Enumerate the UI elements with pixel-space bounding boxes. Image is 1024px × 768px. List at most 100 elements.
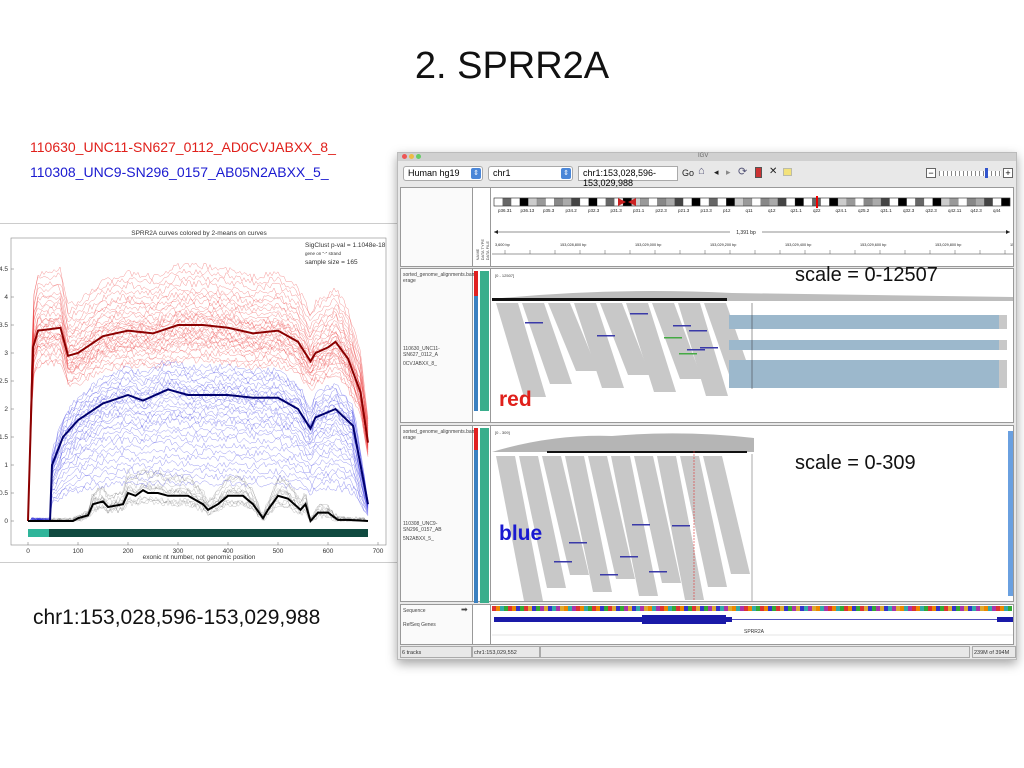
attr-data-file[interactable]: DATA FILE [485, 241, 490, 260]
cytoband-label: q25.2 [858, 208, 870, 213]
sequence-base [740, 606, 744, 611]
status-bar: 6 tracks chr1:153,029,552 239M of 394M [398, 646, 1016, 659]
sequence-base [504, 606, 508, 611]
sequence-base [772, 606, 776, 611]
insert-read [679, 353, 697, 355]
y-tick-label: 4.5 [0, 266, 8, 273]
gene-cds [642, 615, 726, 624]
sequence-base [896, 606, 900, 611]
ruler-arrow-right [1006, 230, 1010, 234]
exon-bar-light [28, 529, 49, 537]
alignment-track-name[interactable]: 110630_UNC11-SN627_0112_A [403, 346, 470, 358]
ruler-tick-label: 153,028,800 bp [560, 243, 586, 247]
attribute-column [473, 605, 491, 644]
coverage-track-sub: erage [403, 278, 416, 284]
zoom-out-button[interactable]: − [926, 168, 936, 178]
sample-curve-red [27, 344, 369, 522]
cytoband [734, 197, 744, 207]
cytoband [545, 197, 555, 207]
back-icon[interactable]: ◂ [714, 167, 719, 178]
status-position: chr1:153,029,552 [472, 646, 540, 658]
mismatch-read [700, 347, 718, 349]
ruler-arrow-left [494, 230, 498, 234]
home-icon[interactable]: ⌂ [698, 165, 705, 177]
cytoband [906, 197, 916, 207]
zoom-in-button[interactable]: + [1003, 168, 1013, 178]
close-window-button[interactable] [402, 154, 407, 159]
genome-select[interactable]: Human hg19 ⇕ [403, 166, 483, 181]
feature-data[interactable]: SPRR2A [492, 605, 1013, 644]
coverage-bar [547, 451, 747, 453]
ruler-width-label: 1,391 bp [736, 230, 756, 236]
strand-arrow-icon[interactable]: ➡ [461, 605, 468, 614]
sequence-base [976, 606, 980, 611]
sequence-base [744, 606, 748, 611]
sequence-base [636, 606, 640, 611]
sequence-base [576, 606, 580, 611]
sequence-base [840, 606, 844, 611]
sequence-base [492, 606, 496, 611]
sequence-base [756, 606, 760, 611]
maximize-window-button[interactable] [416, 154, 421, 159]
feature-svg [492, 606, 1013, 636]
cytoband [536, 197, 546, 207]
popup-info-icon[interactable] [783, 168, 792, 176]
cytoband-label: q44 [993, 208, 1001, 213]
mismatch-read [689, 330, 707, 332]
mismatch-read [600, 574, 618, 576]
cytoband-label: p35.3 [543, 208, 555, 213]
cytoband [700, 197, 710, 207]
zoom-slider[interactable] [939, 171, 1001, 176]
long-read [729, 340, 999, 350]
roi-icon[interactable] [755, 167, 762, 178]
sequence-base [868, 606, 872, 611]
attribute-header: NAME DATA TYPE DATA FILE [473, 188, 491, 266]
read-end [999, 340, 1007, 350]
chromosome-select[interactable]: chr1 ⇕ [488, 166, 573, 181]
go-button[interactable]: Go [682, 168, 694, 178]
long-read [729, 360, 999, 388]
x-tick-label: 0 [26, 548, 30, 555]
cytoband-label: q31.1 [881, 208, 893, 213]
reads-svg-red: [0 - 12507] [492, 273, 1013, 397]
vertical-scrollbar[interactable] [1008, 431, 1013, 596]
attribute-column[interactable] [473, 426, 491, 603]
cytoband [751, 197, 761, 207]
x-tick-label: 400 [223, 548, 234, 555]
sequence-track-name[interactable]: Sequence [403, 608, 470, 614]
x-tick-label: 600 [323, 548, 334, 555]
coverage-track-sub: erage [403, 435, 416, 441]
mismatch-read [673, 325, 691, 327]
sequence-base [944, 606, 948, 611]
alignment-track-name[interactable]: 110308_UNC9-SN296_0157_AB [403, 521, 470, 533]
sequence-base [728, 606, 732, 611]
status-track-count: 6 tracks [400, 646, 472, 658]
sample-curve-red [27, 306, 369, 522]
forward-icon[interactable]: ▸ [726, 167, 731, 178]
cytoband [769, 197, 778, 207]
y-tick-label: 1 [4, 462, 8, 469]
alignment-data-blue[interactable]: [0 - 309] [492, 426, 1013, 601]
ruler-tick-label: 153,029,200 bp [710, 243, 736, 247]
resize-icon[interactable]: ✕ [769, 166, 777, 177]
attribute-column[interactable] [473, 269, 491, 422]
read-end [999, 360, 1007, 388]
cytoband-label: p34.2 [566, 208, 578, 213]
cytoband [519, 197, 529, 207]
locus-input[interactable]: chr1:153,028,596-153,029,988 [578, 166, 678, 188]
ruler-tick-label: 153,0 [1010, 243, 1013, 247]
sequence-base [512, 606, 516, 611]
refseq-track-name[interactable]: RefSeq Genes [403, 622, 470, 628]
gene-label[interactable]: SPRR2A [744, 629, 764, 635]
status-memory: 239M of 394M [972, 646, 1016, 658]
minimize-window-button[interactable] [409, 154, 414, 159]
cytoband-label: p32.3 [588, 208, 600, 213]
chevron-updown-icon: ⇕ [561, 168, 571, 179]
zoom-slider-thumb[interactable] [985, 168, 988, 178]
y-tick-label: 3.5 [0, 322, 8, 329]
track-panel-blue: sorted_genome_alignments.bam erage 11030… [400, 425, 1014, 603]
sequence-base [820, 606, 824, 611]
alignment-data-red[interactable]: [0 - 12507] [492, 269, 1013, 422]
ideogram-ruler[interactable]: p36.31 p36.13 p35.3 p34.2 p32.3 p31.3 p31.1 p22… [492, 188, 1013, 266]
refresh-icon[interactable]: ⟳ [738, 165, 747, 178]
